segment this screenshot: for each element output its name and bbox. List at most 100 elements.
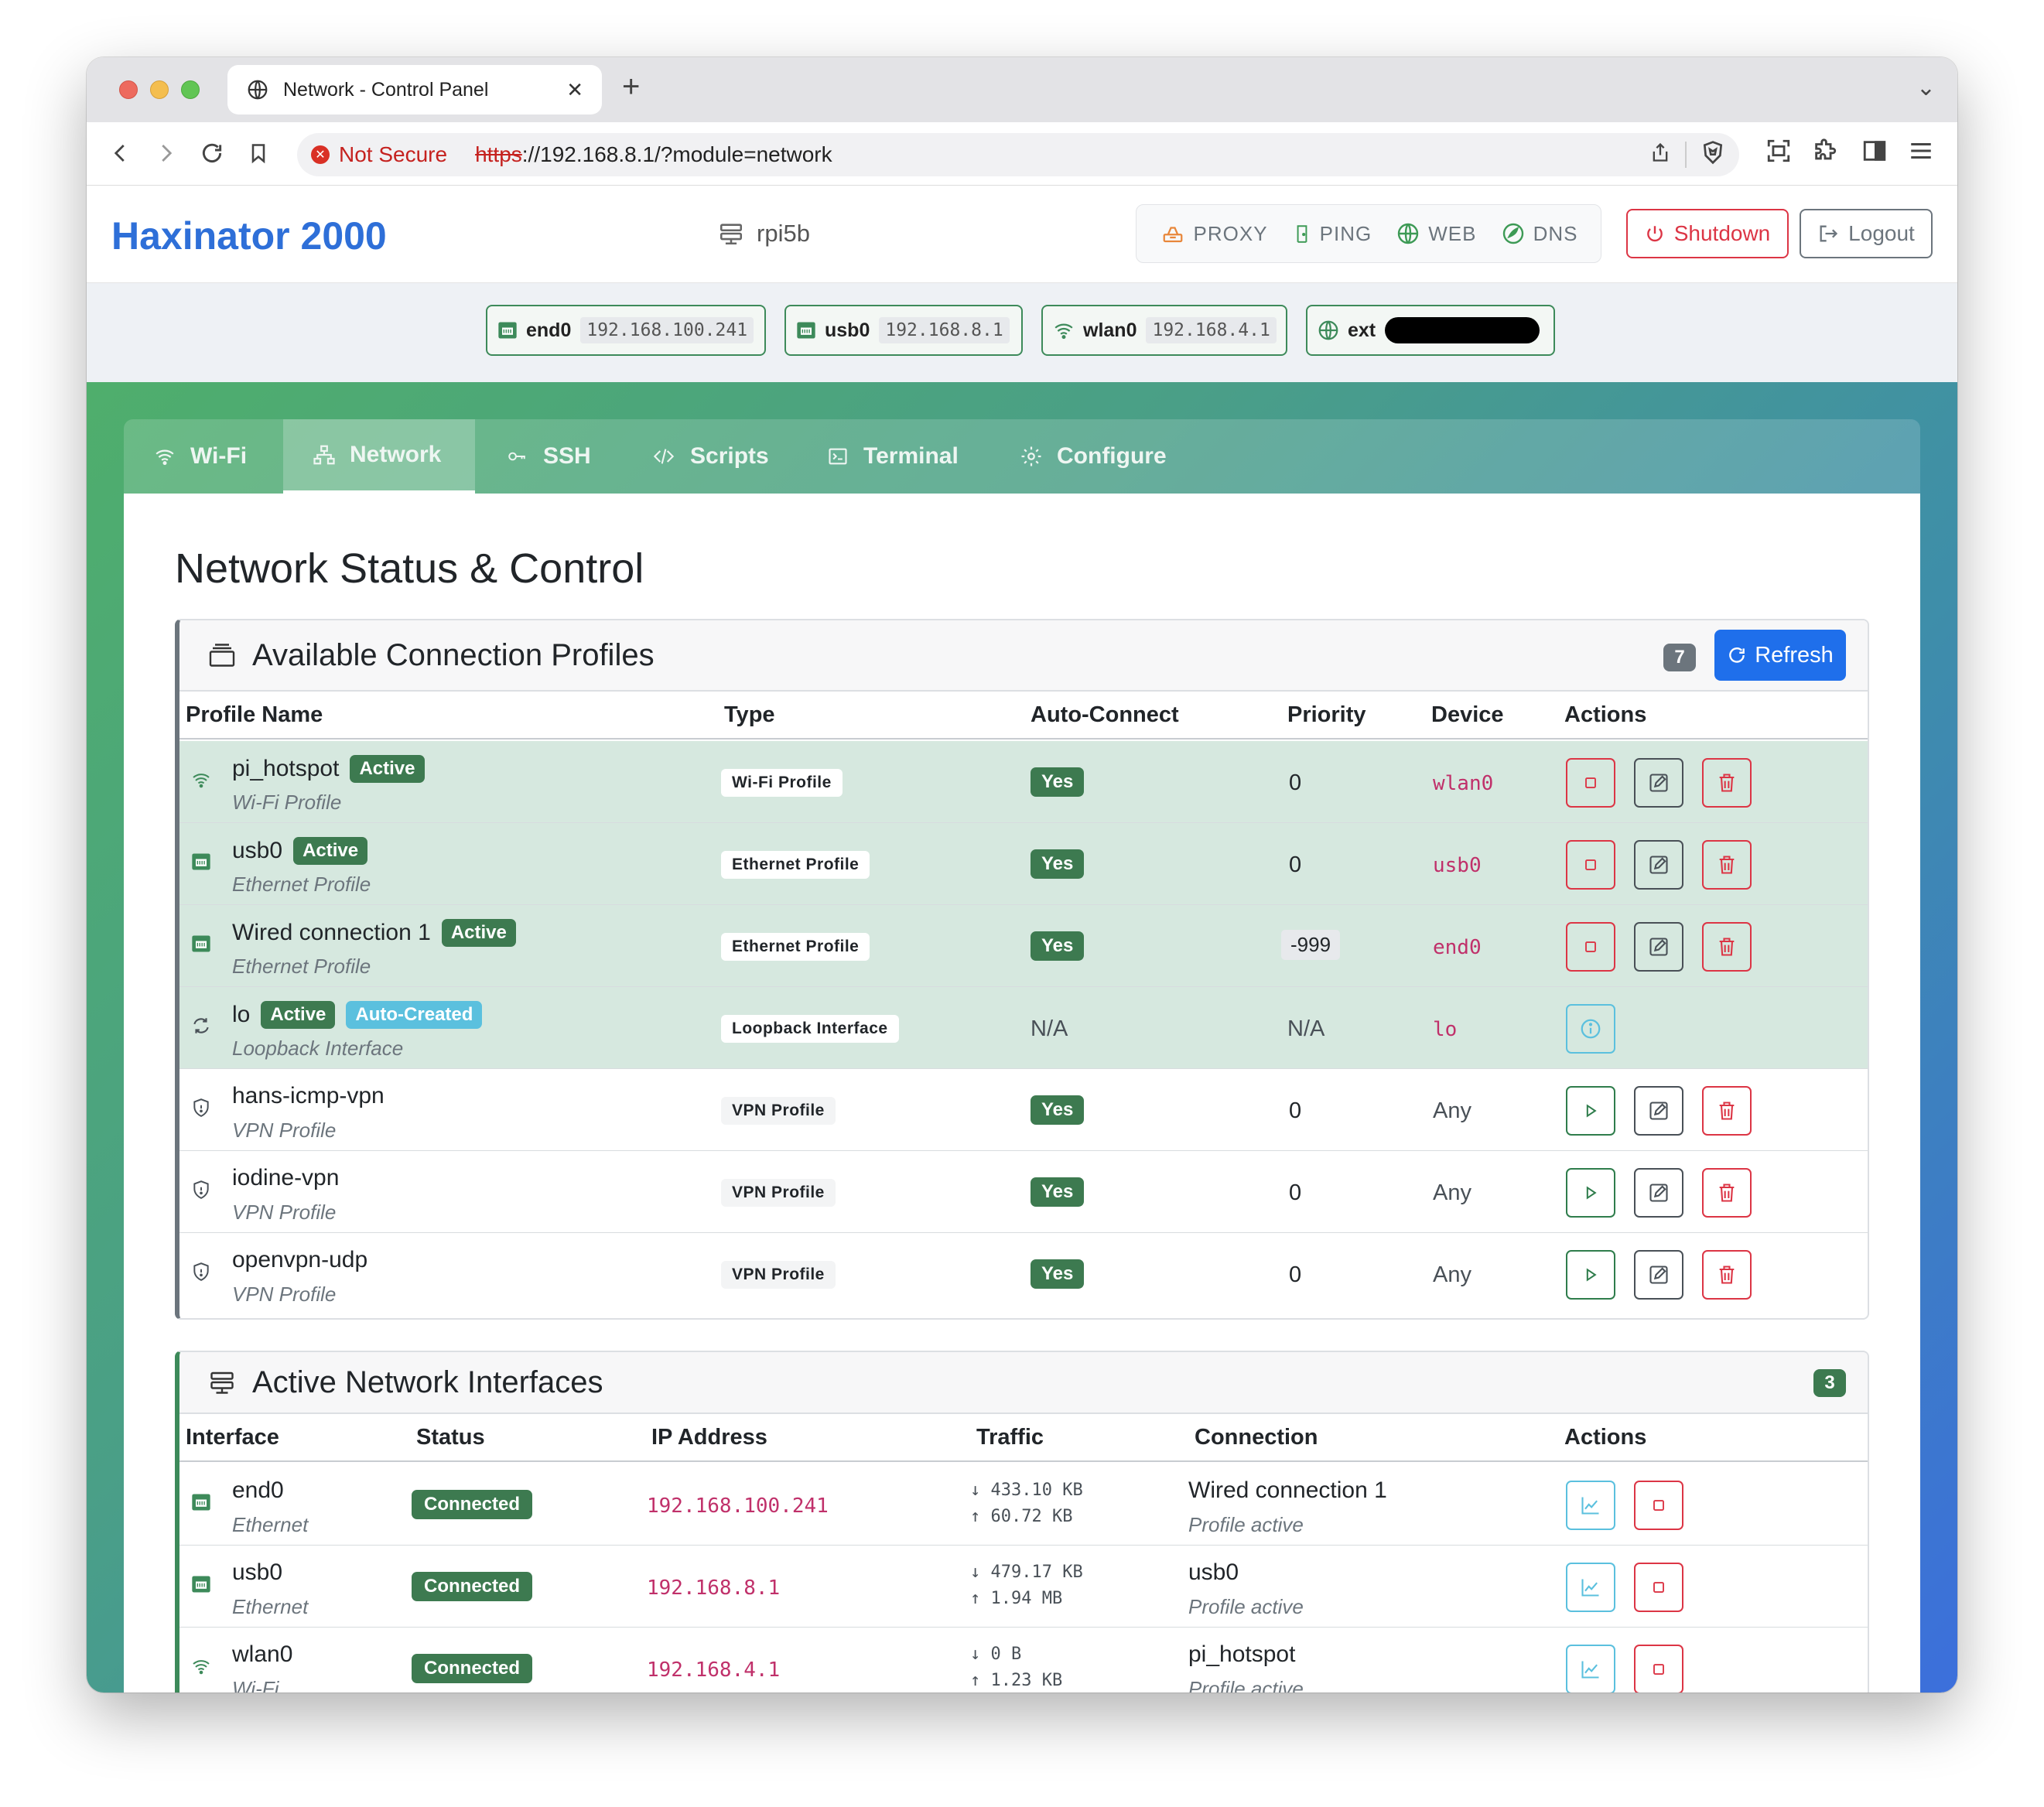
forward-button[interactable] [149,136,183,170]
col-auto-connect[interactable]: Auto-Connect [1031,702,1179,728]
url-scheme: https [475,142,522,166]
edit-button[interactable] [1634,758,1683,808]
delete-button[interactable] [1702,1250,1752,1300]
edit-button[interactable] [1634,922,1683,972]
stats-button[interactable] [1566,1481,1615,1530]
menu-icon[interactable] [1908,138,1934,164]
edit-icon [1649,1266,1668,1284]
stop-button[interactable] [1634,1563,1683,1612]
traffic: ↓ 433.10 KB ↑ 60.72 KB [970,1477,1083,1530]
tab-scripts[interactable]: Scripts [622,419,797,494]
shutdown-button[interactable]: Shutdown [1626,209,1789,258]
extensions-icon[interactable] [1812,138,1838,164]
table-row: end0 Ethernet Connected 192.168.100.241 … [179,1464,1868,1546]
stop-icon [1585,941,1596,952]
security-label[interactable]: Not Secure [339,142,447,167]
screenshot-icon[interactable] [1765,138,1792,164]
connection-status: Profile active [1188,1513,1304,1536]
interface-summary-bar: end0 192.168.100.241 usb0 192.168.8.1 wl… [87,283,1957,382]
close-window-button[interactable] [119,80,138,99]
app-header: Haxinator 2000 rpi5b PROXY PING WEB DNS [87,186,1957,283]
stats-button[interactable] [1566,1563,1615,1612]
reload-button[interactable] [195,136,229,170]
connection-status: Profile active [1188,1677,1304,1693]
col-device[interactable]: Device [1431,702,1504,728]
interface-pill-usb0[interactable]: usb0 192.168.8.1 [784,305,1023,356]
col-profile-name[interactable]: Profile Name [186,702,323,728]
col-traffic[interactable]: Traffic [976,1425,1044,1450]
device-value: Any [1433,1180,1471,1205]
table-row: lo Active Auto-Created Loopback Interface … [179,987,1868,1069]
new-tab-button[interactable]: + [622,71,640,102]
edit-button[interactable] [1634,840,1683,890]
stop-icon [1653,1582,1664,1593]
stats-button[interactable] [1566,1645,1615,1693]
col-interface[interactable]: Interface [186,1425,279,1450]
interfaces-card-header: Active Network Interfaces 3 [179,1352,1868,1414]
brave-shield-icon[interactable] [1700,139,1725,171]
interface-pill-end0[interactable]: end0 192.168.100.241 [486,305,766,356]
col-connection[interactable]: Connection [1195,1425,1318,1450]
col-ip-address[interactable]: IP Address [651,1425,767,1450]
edit-icon [1649,856,1668,874]
layers-icon [209,644,235,667]
start-button[interactable] [1566,1168,1615,1218]
interface-pill-wlan0[interactable]: wlan0 192.168.4.1 [1041,305,1287,356]
bookmark-button[interactable] [241,136,275,170]
stop-button[interactable] [1566,758,1615,808]
stop-button[interactable] [1566,922,1615,972]
service-dns: DNS [1501,221,1578,246]
bookmark-icon [251,144,265,164]
priority-value: N/A [1287,1016,1325,1041]
delete-button[interactable] [1702,840,1752,890]
tab-network[interactable]: Network [283,419,475,494]
share-icon[interactable] [1649,141,1671,169]
edit-button[interactable] [1634,1086,1683,1136]
sidebar-toggle-icon[interactable] [1861,138,1888,164]
power-icon [1646,226,1663,242]
reload-icon [202,143,222,162]
address-bar[interactable]: ✕ Not Secure https ://192.168.8.1/?modul… [297,133,1739,176]
brand-title[interactable]: Haxinator 2000 [111,213,387,258]
table-row: Wired connection 1 Active Ethernet Profil… [179,905,1868,987]
tab-wifi[interactable]: Wi-Fi [124,419,283,494]
table-row: usb0 Active Ethernet Profile Ethernet Pro… [179,823,1868,905]
minimize-window-button[interactable] [150,80,169,99]
delete-button[interactable] [1702,1086,1752,1136]
edit-button[interactable] [1634,1250,1683,1300]
delete-button[interactable] [1702,1168,1752,1218]
browser-tab[interactable]: Network - Control Panel ✕ [227,65,602,114]
col-type[interactable]: Type [724,702,775,728]
delete-button[interactable] [1702,922,1752,972]
traffic-rx: ↓ 479.17 KB [970,1563,1083,1582]
start-button[interactable] [1566,1086,1615,1136]
col-priority[interactable]: Priority [1287,702,1366,728]
col-status[interactable]: Status [416,1425,485,1450]
info-button[interactable] [1566,1004,1615,1054]
stop-button[interactable] [1634,1481,1683,1530]
stop-button[interactable] [1566,840,1615,890]
tab-terminal[interactable]: Terminal [797,419,990,494]
profile-name: hans-icmp-vpn [232,1083,385,1108]
tab-configure[interactable]: Configure [990,419,1207,494]
stop-button[interactable] [1634,1645,1683,1693]
info-icon [1581,1019,1601,1039]
tab-ssh[interactable]: SSH [475,419,622,494]
profile-subtitle: Loopback Interface [232,1037,404,1060]
start-button[interactable] [1566,1250,1615,1300]
chevron-down-icon[interactable]: ⌄ [1916,74,1936,101]
interface-type: Ethernet [232,1595,309,1618]
url-text: ://192.168.8.1/?module=network [521,142,832,166]
refresh-button[interactable]: Refresh [1714,630,1846,681]
logout-button[interactable]: Logout [1800,209,1933,258]
wifi-icon [156,449,174,466]
edit-button[interactable] [1634,1168,1683,1218]
ethernet-icon [190,851,212,873]
delete-button[interactable] [1702,758,1752,808]
priority-value: 0 [1289,1098,1302,1123]
close-tab-icon[interactable]: ✕ [566,78,583,102]
interface-pill-ext[interactable]: ext [1306,305,1555,356]
type-badge: Loopback Interface [721,1015,899,1043]
maximize-window-button[interactable] [181,80,200,99]
back-button[interactable] [104,136,138,170]
